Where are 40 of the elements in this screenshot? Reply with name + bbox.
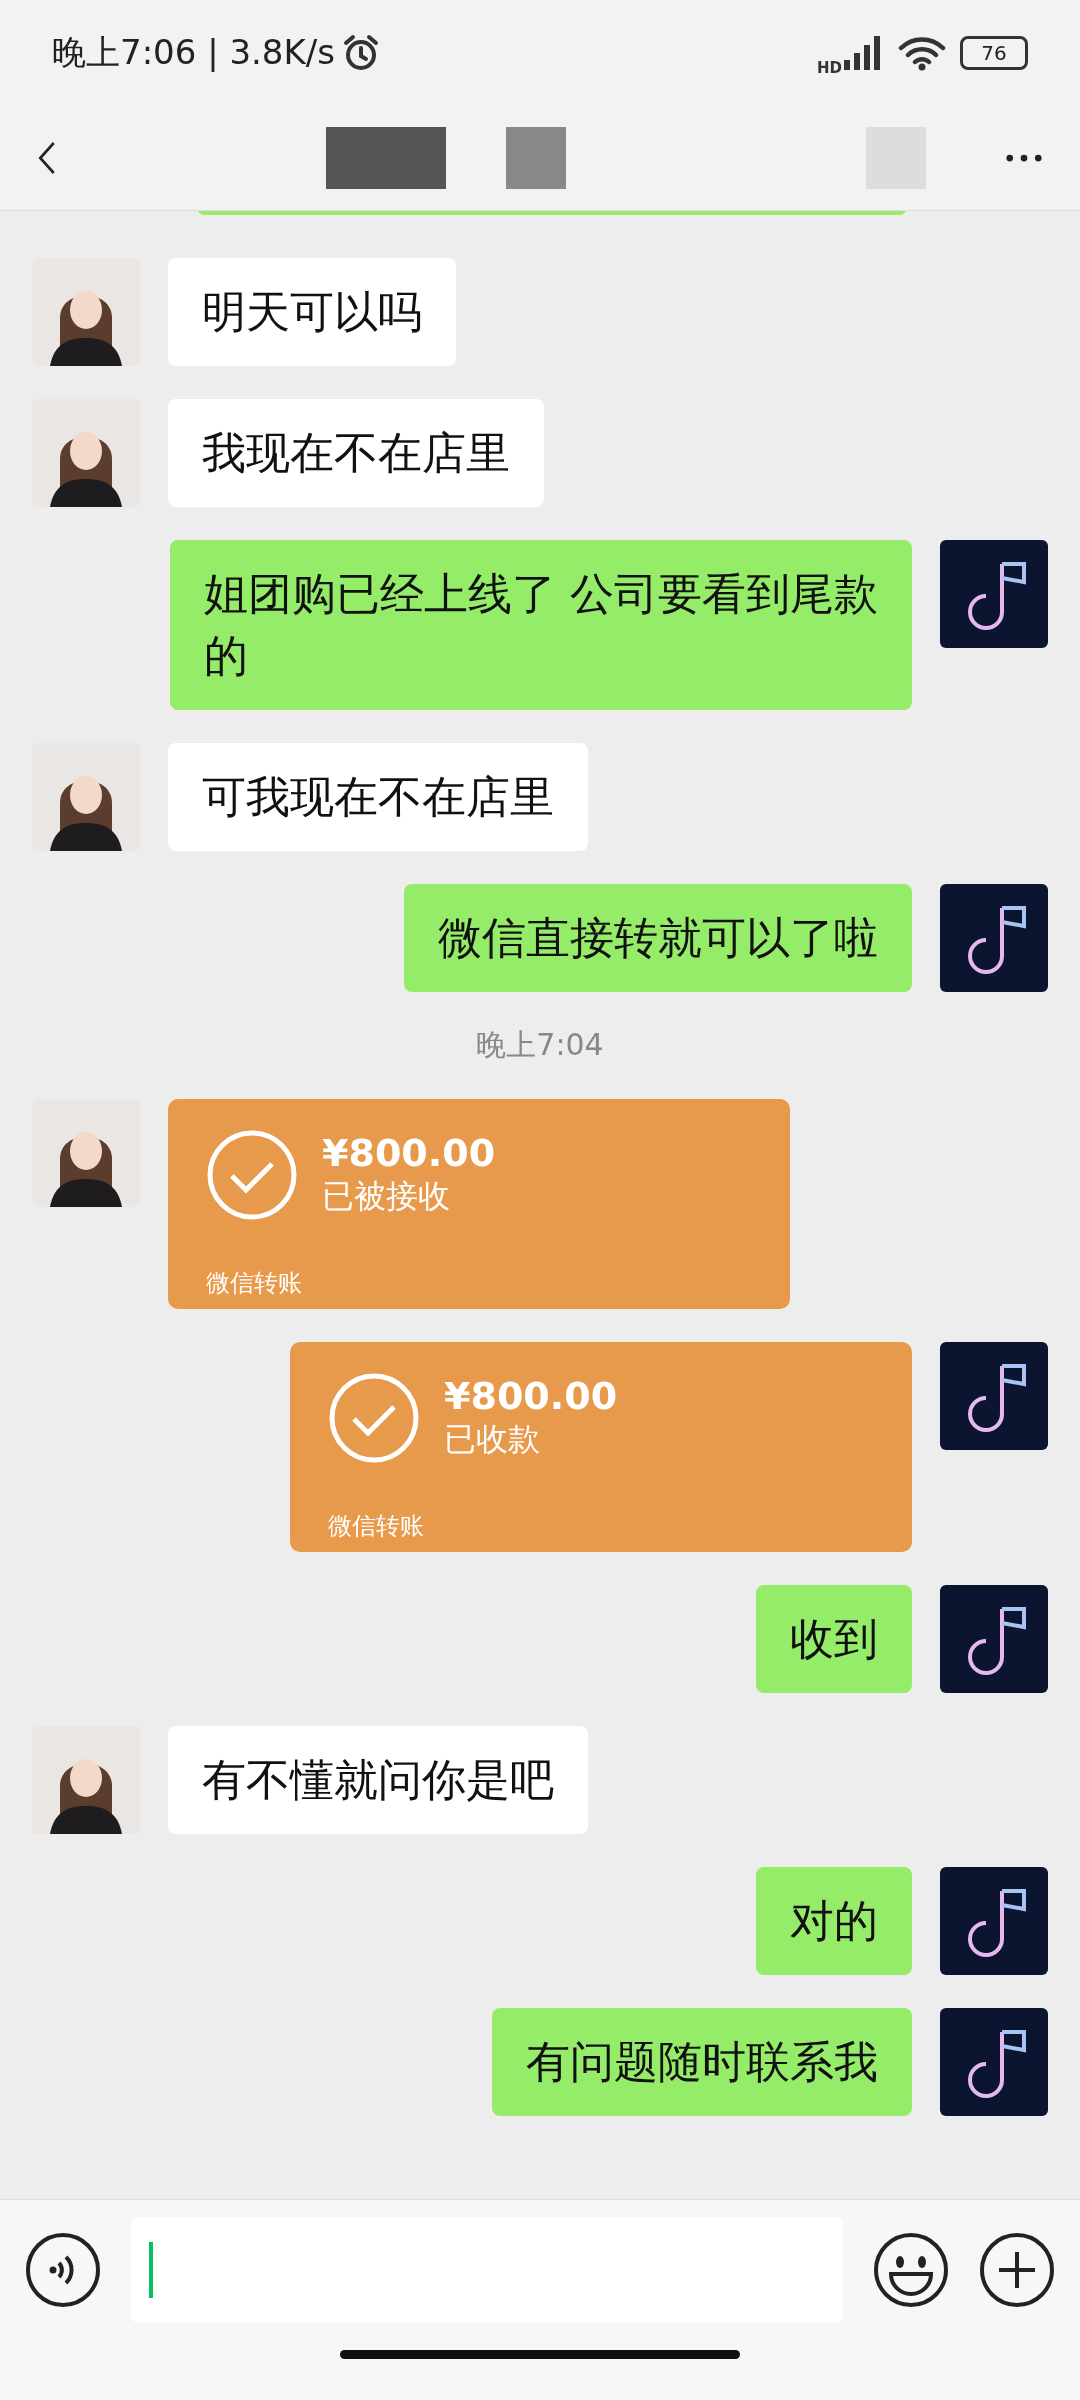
more-icon[interactable] xyxy=(1006,152,1042,163)
transfer-label: 微信转账 xyxy=(206,1268,303,1299)
message-input-field[interactable] xyxy=(131,2217,843,2323)
message-bubble: 我现在不在店里 xyxy=(168,399,544,507)
avatar-icon[interactable] xyxy=(32,258,140,366)
transfer-status: 已收款 xyxy=(444,1419,541,1460)
transfer-status: 已被接收 xyxy=(322,1176,451,1217)
battery-icon: 76 xyxy=(960,35,1028,70)
transfer-card[interactable]: ¥800.00 已被接收 微信转账 xyxy=(168,1099,790,1309)
message-bubble: 姐团购已经上线了 公司要看到尾款的 xyxy=(170,540,912,710)
transfer-card[interactable]: ¥800.00 已收款 微信转账 xyxy=(290,1342,912,1552)
avatar-icon[interactable] xyxy=(32,1099,140,1207)
voice-icon[interactable] xyxy=(25,2232,101,2308)
message-bubble: 收到 xyxy=(756,1585,912,1693)
add-icon[interactable] xyxy=(979,2232,1055,2308)
avatar-icon[interactable] xyxy=(940,1342,1048,1450)
transfer-label: 微信转账 xyxy=(328,1511,425,1542)
avatar-icon[interactable] xyxy=(940,1585,1048,1693)
avatar-icon[interactable] xyxy=(32,1726,140,1834)
check-circle-icon xyxy=(206,1129,298,1221)
message-bubble: 微信直接转就可以了啦 xyxy=(404,884,912,992)
message-bubble: 明天可以吗 xyxy=(168,258,456,366)
message-bubble: 可我现在不在店里 xyxy=(168,743,588,851)
network-label: HD xyxy=(817,58,842,77)
avatar-icon[interactable] xyxy=(940,884,1048,992)
message-bubble: 对的 xyxy=(756,1867,912,1975)
avatar-icon[interactable] xyxy=(940,2008,1048,2116)
transfer-amount: ¥800.00 xyxy=(444,1374,618,1418)
message-bubble: 有不懂就问你是吧 xyxy=(168,1726,588,1834)
avatar-icon[interactable] xyxy=(940,540,1048,648)
wifi-icon xyxy=(898,34,946,71)
message-bubble: 有问题随时联系我 xyxy=(492,2008,912,2116)
transfer-amount: ¥800.00 xyxy=(322,1131,496,1175)
avatar-icon[interactable] xyxy=(32,743,140,851)
status-time: 晚上7:06 | 3.8K/s xyxy=(52,30,335,74)
avatar-icon[interactable] xyxy=(32,399,140,507)
emoji-icon[interactable] xyxy=(873,2232,949,2308)
message-time: 晚上7:04 xyxy=(476,1026,604,1064)
avatar-icon[interactable] xyxy=(940,1867,1048,1975)
check-circle-icon xyxy=(328,1372,420,1464)
